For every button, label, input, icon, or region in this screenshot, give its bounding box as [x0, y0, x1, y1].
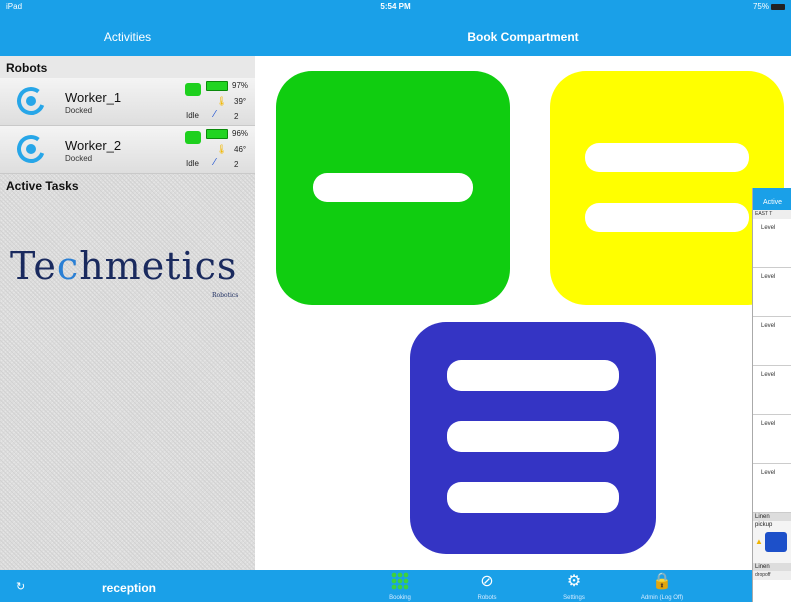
compass-icon: ⊘	[480, 573, 494, 590]
status-indicator	[185, 131, 201, 144]
left-nav-title: Activities	[103, 30, 152, 44]
preview-level: Level	[753, 317, 791, 366]
robot-activity: Idle	[186, 111, 199, 120]
task-count: 2	[234, 160, 239, 169]
compartment-slot	[585, 203, 749, 232]
compartment-slot	[447, 360, 619, 391]
robot-logo-icon	[17, 87, 45, 115]
tab-bar: Booking ⊘ Robots ⚙ Settings 🔒 Admin (Log…	[255, 570, 791, 602]
preview-level: Level	[753, 366, 791, 415]
preview-linen: Linen	[753, 563, 791, 571]
battery-percent: 96%	[232, 129, 249, 138]
lock-icon: 🔒	[652, 573, 672, 590]
robots-section-header: Robots	[0, 56, 255, 78]
tab-settings[interactable]: ⚙ Settings	[539, 570, 609, 602]
robot-logo-icon	[17, 135, 45, 163]
pen-icon: ⁄	[214, 109, 216, 120]
compartment-tile-blue[interactable]	[410, 322, 656, 554]
gears-icon: ⚙	[566, 573, 582, 590]
location-label[interactable]: reception	[102, 581, 156, 595]
robot-name: Worker_2	[65, 138, 122, 153]
techmetics-logo: Techmetics	[10, 244, 238, 288]
preview-nav: Active	[753, 196, 791, 210]
page-title: Book Compartment	[467, 30, 579, 44]
preview-level: Level	[753, 464, 791, 513]
preview-header: EAST T	[753, 210, 791, 219]
battery-icon	[771, 3, 785, 10]
active-tasks-header: Active Tasks	[6, 179, 79, 193]
status-indicator	[185, 83, 201, 96]
app-switcher-preview[interactable]: Active EAST T Level Level Level Level Le…	[752, 188, 791, 602]
robot-state: Docked	[65, 106, 93, 115]
tab-admin-log-off[interactable]: 🔒 Admin (Log Off)	[627, 570, 697, 602]
compartment-tile-green[interactable]	[276, 71, 510, 305]
compartment-slot	[447, 421, 619, 452]
status-bar: iPad 5:54 PM 75%	[0, 0, 791, 14]
robot-activity: Idle	[186, 159, 199, 168]
robot-state: Docked	[65, 154, 93, 163]
tab-booking[interactable]: Booking	[365, 570, 435, 602]
preview-pickup: pickup ▲	[753, 521, 791, 563]
battery-icon	[206, 81, 228, 91]
preview-level: Level	[753, 268, 791, 317]
compartment-slot	[585, 143, 749, 172]
temperature-icon: 🌡	[216, 96, 228, 106]
compartment-slot	[447, 482, 619, 513]
main-nav-bar: Book Compartment	[255, 14, 791, 56]
battery-percent: 97%	[232, 81, 249, 90]
compartment-tile-yellow[interactable]	[550, 71, 784, 305]
preview-level: Level	[753, 415, 791, 464]
preview-linen: Linen	[753, 513, 791, 521]
battery-icon	[206, 129, 228, 139]
compartment-slot	[313, 173, 473, 202]
temperature-value: 39°	[234, 97, 247, 106]
refresh-icon[interactable]: ↻	[16, 580, 25, 593]
left-nav-bar: Activities	[0, 14, 255, 56]
clock: 5:54 PM	[380, 2, 411, 11]
preview-dropoff: dropoff	[753, 571, 791, 580]
preview-compartment	[765, 532, 787, 552]
warning-icon: ▲	[755, 537, 763, 546]
activities-panel: Robots Worker_1 Docked 97% 🌡 39° Idle ⁄ …	[0, 56, 255, 570]
grid-icon	[365, 572, 435, 592]
temperature-icon: 🌡	[216, 144, 228, 154]
tab-robots[interactable]: ⊘ Robots	[452, 570, 522, 602]
robot-name: Worker_1	[65, 90, 122, 105]
temperature-value: 46°	[234, 145, 247, 154]
compartment-grid	[255, 56, 791, 570]
robot-row-worker-1[interactable]: Worker_1 Docked 97% 🌡 39° Idle ⁄ 2	[0, 78, 255, 126]
robot-row-worker-2[interactable]: Worker_2 Docked 96% 🌡 46° Idle ⁄ 2	[0, 126, 255, 174]
preview-level: Level	[753, 219, 791, 268]
battery-status: 75%	[753, 2, 785, 11]
preview-status-bar	[753, 188, 791, 196]
logo-tagline: Robotics	[212, 292, 239, 299]
left-footer-bar: ↻ reception	[0, 570, 255, 602]
task-count: 2	[234, 112, 239, 121]
pen-icon: ⁄	[214, 157, 216, 168]
